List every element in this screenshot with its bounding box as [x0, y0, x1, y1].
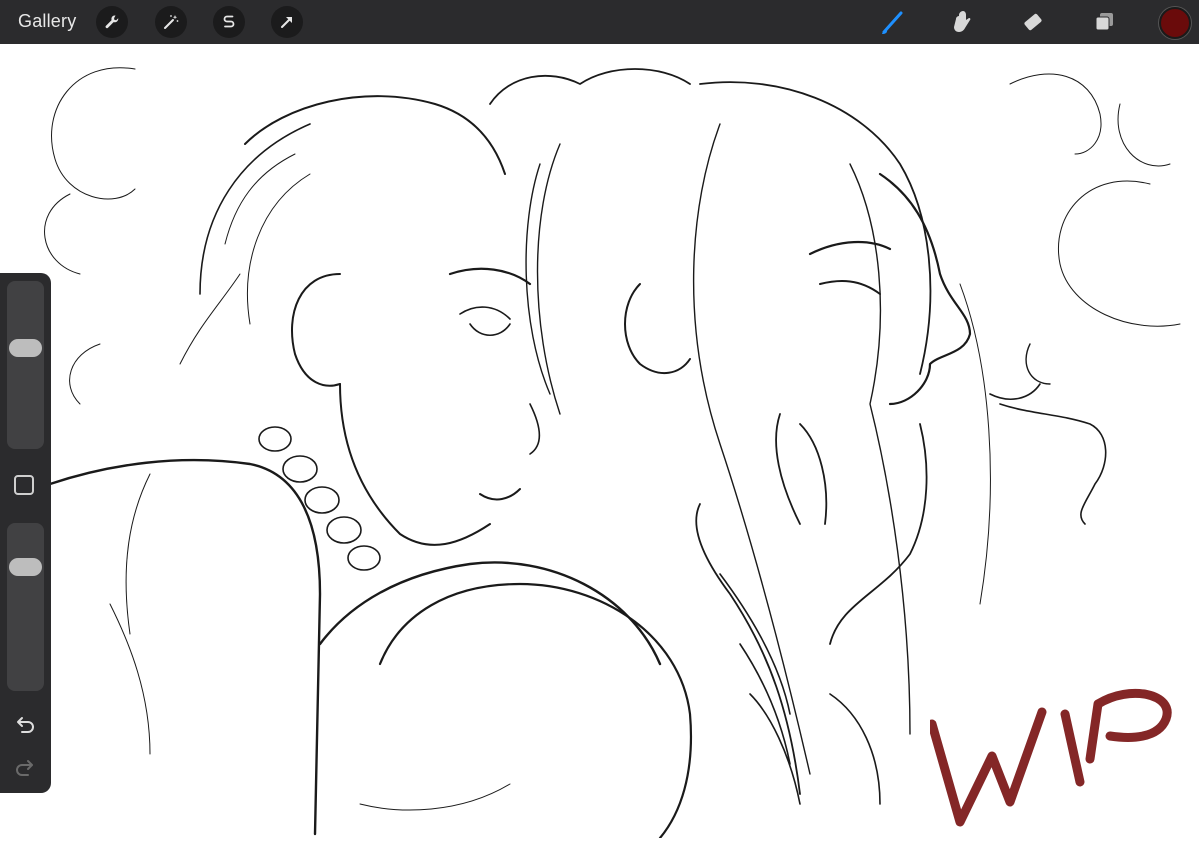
left-sidebar — [0, 273, 51, 793]
gallery-button[interactable]: Gallery — [18, 11, 76, 32]
magic-wand-icon[interactable] — [155, 6, 187, 38]
transform-arrow-icon[interactable] — [271, 6, 303, 38]
brush-size-knob[interactable] — [9, 338, 42, 357]
wip-handwritten-text — [930, 688, 1172, 827]
opacity-slider[interactable] — [7, 523, 44, 691]
modify-square-icon[interactable] — [14, 475, 34, 495]
opacity-knob[interactable] — [9, 558, 42, 577]
drawing-canvas[interactable] — [0, 44, 1199, 840]
smudge-icon[interactable] — [948, 7, 978, 37]
color-picker-button[interactable] — [1159, 7, 1191, 39]
selection-icon[interactable] — [213, 6, 245, 38]
wrench-icon[interactable] — [96, 6, 128, 38]
brush-icon[interactable] — [878, 7, 908, 37]
layers-icon[interactable] — [1090, 7, 1120, 37]
brush-size-slider[interactable] — [7, 281, 44, 449]
undo-icon[interactable] — [12, 714, 38, 736]
eraser-icon[interactable] — [1018, 7, 1048, 37]
top-toolbar: Gallery — [0, 0, 1199, 44]
redo-icon[interactable] — [12, 757, 38, 779]
